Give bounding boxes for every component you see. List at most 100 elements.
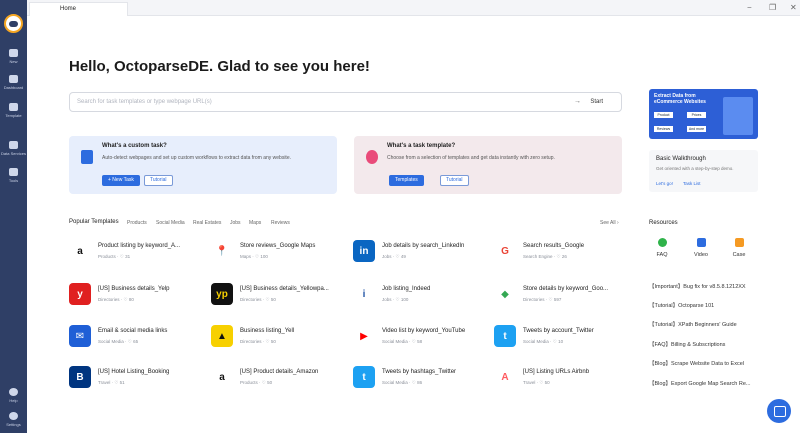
linkedin-icon: in	[353, 240, 375, 262]
template-meta: Travel · ♡ 51	[98, 380, 125, 385]
tab-maps[interactable]: Maps	[249, 220, 261, 226]
template-card[interactable]: t Tweets by account_Twitter Social Media ·…	[494, 325, 624, 351]
gear-icon	[9, 412, 18, 420]
template-icon	[9, 103, 18, 111]
like-icon: ♡	[114, 380, 119, 385]
custom-task-card: What's a custom task? Auto-detect webpag…	[69, 136, 337, 194]
lets-go-link[interactable]: Let's go!	[656, 181, 673, 186]
template-name: Email & social media links	[98, 328, 168, 334]
case-button[interactable]: Case	[709, 238, 769, 258]
case-icon	[734, 238, 744, 247]
template-card[interactable]: yp [US] Business details_Yellowpa... Direc…	[211, 283, 341, 309]
template-category: Products	[98, 254, 116, 259]
template-card[interactable]: A [US] Listing URLs Airbnb Travel · ♡ 50	[494, 366, 624, 392]
template-likes: 65	[133, 339, 139, 344]
custom-task-icon	[81, 150, 93, 164]
like-icon: ♡	[411, 380, 416, 385]
template-card[interactable]: ▲ Business listing_Yell Directories · ♡ 50	[211, 325, 341, 351]
tab-home[interactable]: Home	[29, 2, 128, 16]
ecommerce-banner[interactable]: Extract Data from eCommerce Websites Pro…	[649, 89, 758, 139]
resource-link[interactable]: 【Blog】Scrape Website Data to Excel	[649, 359, 744, 367]
tab-reviews[interactable]: Reviews	[271, 220, 290, 226]
sidebar-item-new[interactable]: New	[0, 49, 27, 64]
diamond-icon	[9, 141, 18, 149]
close-icon[interactable]: ✕	[790, 3, 797, 13]
template-name: Search results_Google	[523, 243, 585, 249]
see-all-link[interactable]: See All ›	[600, 220, 619, 226]
template-meta: Directories · ♡ 50	[240, 297, 276, 302]
banner-chip: Reviews	[654, 126, 673, 132]
tab-products[interactable]: Products	[127, 220, 147, 226]
template-category: Travel	[523, 380, 536, 385]
tab-jobs[interactable]: Jobs	[230, 220, 241, 226]
like-icon: ♡	[395, 254, 400, 259]
template-meta: Search Engine · ♡ 26	[523, 254, 567, 259]
template-category: Directories	[240, 339, 262, 344]
banner-title: Extract Data from eCommerce Websites	[654, 93, 706, 105]
faq-icon	[657, 238, 667, 247]
template-card[interactable]: ✉ Email & social media links Social Media …	[69, 325, 199, 351]
template-card[interactable]: ◆ Store details by keyword_Goo... Director…	[494, 283, 624, 309]
template-card[interactable]: in Job details by search_LinkedIn Jobs · ♡…	[353, 240, 483, 266]
minimize-icon[interactable]: −	[747, 3, 752, 13]
template-card[interactable]: a [US] Product details_Amazon Products · ♡…	[211, 366, 341, 392]
sidebar-item-template[interactable]: Template	[0, 103, 27, 118]
template-category: Directories	[98, 297, 120, 302]
sidebar-item-help[interactable]: Help	[0, 388, 27, 403]
sidebar-item-settings[interactable]: Settings	[0, 412, 27, 427]
chat-support-button[interactable]	[767, 399, 791, 423]
arrow-right-icon: →	[574, 98, 581, 105]
template-card[interactable]: G Search results_Google Search Engine · ♡ …	[494, 240, 624, 266]
template-likes: 10	[558, 339, 564, 344]
template-tutorial-button[interactable]: Tutorial	[440, 175, 469, 186]
sidebar-item-dashboard[interactable]: Dashboard	[0, 75, 27, 90]
like-icon: ♡	[123, 297, 128, 302]
octoparse-logo[interactable]	[4, 14, 23, 33]
resource-link[interactable]: 【Important】Bug fix for v8.5.8.1212XX	[649, 282, 746, 290]
template-likes: 50	[544, 380, 550, 385]
template-card[interactable]: t Tweets by hashtags_Twitter Social Media …	[353, 366, 483, 392]
template-name: [US] Listing URLs Airbnb	[523, 369, 590, 375]
like-icon: ♡	[395, 297, 400, 302]
resource-link[interactable]: 【Tutorial】Octoparse 101	[649, 301, 714, 309]
template-likes: 26	[561, 254, 567, 259]
resource-link[interactable]: 【FAQ】Billing & Subscriptions	[649, 340, 725, 348]
template-card[interactable]: i Job listing_Indeed Jobs · ♡ 100	[353, 283, 483, 309]
tab-social-media[interactable]: Social Media	[156, 220, 185, 226]
template-category: Social Media	[98, 339, 124, 344]
search-input[interactable]: Search for task templates or type webpag…	[69, 92, 622, 112]
booking-icon: B	[69, 366, 91, 388]
resource-link[interactable]: 【Tutorial】XPath Beginners' Guide	[649, 320, 737, 328]
sidebar-item-data-services[interactable]: Data Services	[0, 141, 27, 156]
start-button[interactable]: Start	[590, 99, 603, 105]
template-category: Directories	[523, 297, 545, 302]
template-name: Video list by keyword_YouTube	[382, 328, 466, 334]
template-card[interactable]: y [US] Business details_Yelp Directories ·…	[69, 283, 199, 309]
sidebar-item-tools[interactable]: Tools	[0, 168, 27, 183]
template-card[interactable]: ▶ Video list by keyword_YouTube Social Med…	[353, 325, 483, 351]
like-icon: ♡	[127, 339, 132, 344]
template-card[interactable]: 📍 Store reviews_Google Maps Maps · ♡ 100	[211, 240, 341, 266]
template-card[interactable]: a Product listing by keyword_A... Products…	[69, 240, 199, 266]
walkthrough-title: Basic Walkthrough	[656, 156, 706, 162]
resource-link[interactable]: 【Blog】Export Google Map Search Re...	[649, 379, 751, 387]
bar-chart-illustration	[723, 97, 753, 135]
like-icon: ♡	[261, 380, 266, 385]
template-meta: Travel · ♡ 50	[523, 380, 550, 385]
tab-real-estates[interactable]: Real Estates	[193, 220, 221, 226]
email-icon: ✉	[69, 325, 91, 347]
new-task-button[interactable]: + New Task	[102, 175, 140, 186]
template-meta: Products · ♡ 31	[98, 254, 131, 259]
templates-button[interactable]: Templates	[389, 175, 424, 186]
template-card[interactable]: B [US] Hotel Listing_Booking Travel · ♡ 51	[69, 366, 199, 392]
title-bar: Home − ❐ ✕	[27, 0, 800, 16]
custom-tutorial-button[interactable]: Tutorial	[144, 175, 173, 186]
restore-icon[interactable]: ❐	[769, 3, 776, 13]
template-likes: 86	[417, 380, 423, 385]
indeed-icon: i	[353, 283, 375, 305]
template-meta: Jobs · ♡ 100	[382, 297, 409, 302]
yellowpages-icon: yp	[211, 283, 233, 305]
template-name: Store details by keyword_Goo...	[523, 286, 609, 292]
template-name: Job listing_Indeed	[382, 286, 431, 292]
task-list-link[interactable]: Task List	[683, 181, 701, 186]
